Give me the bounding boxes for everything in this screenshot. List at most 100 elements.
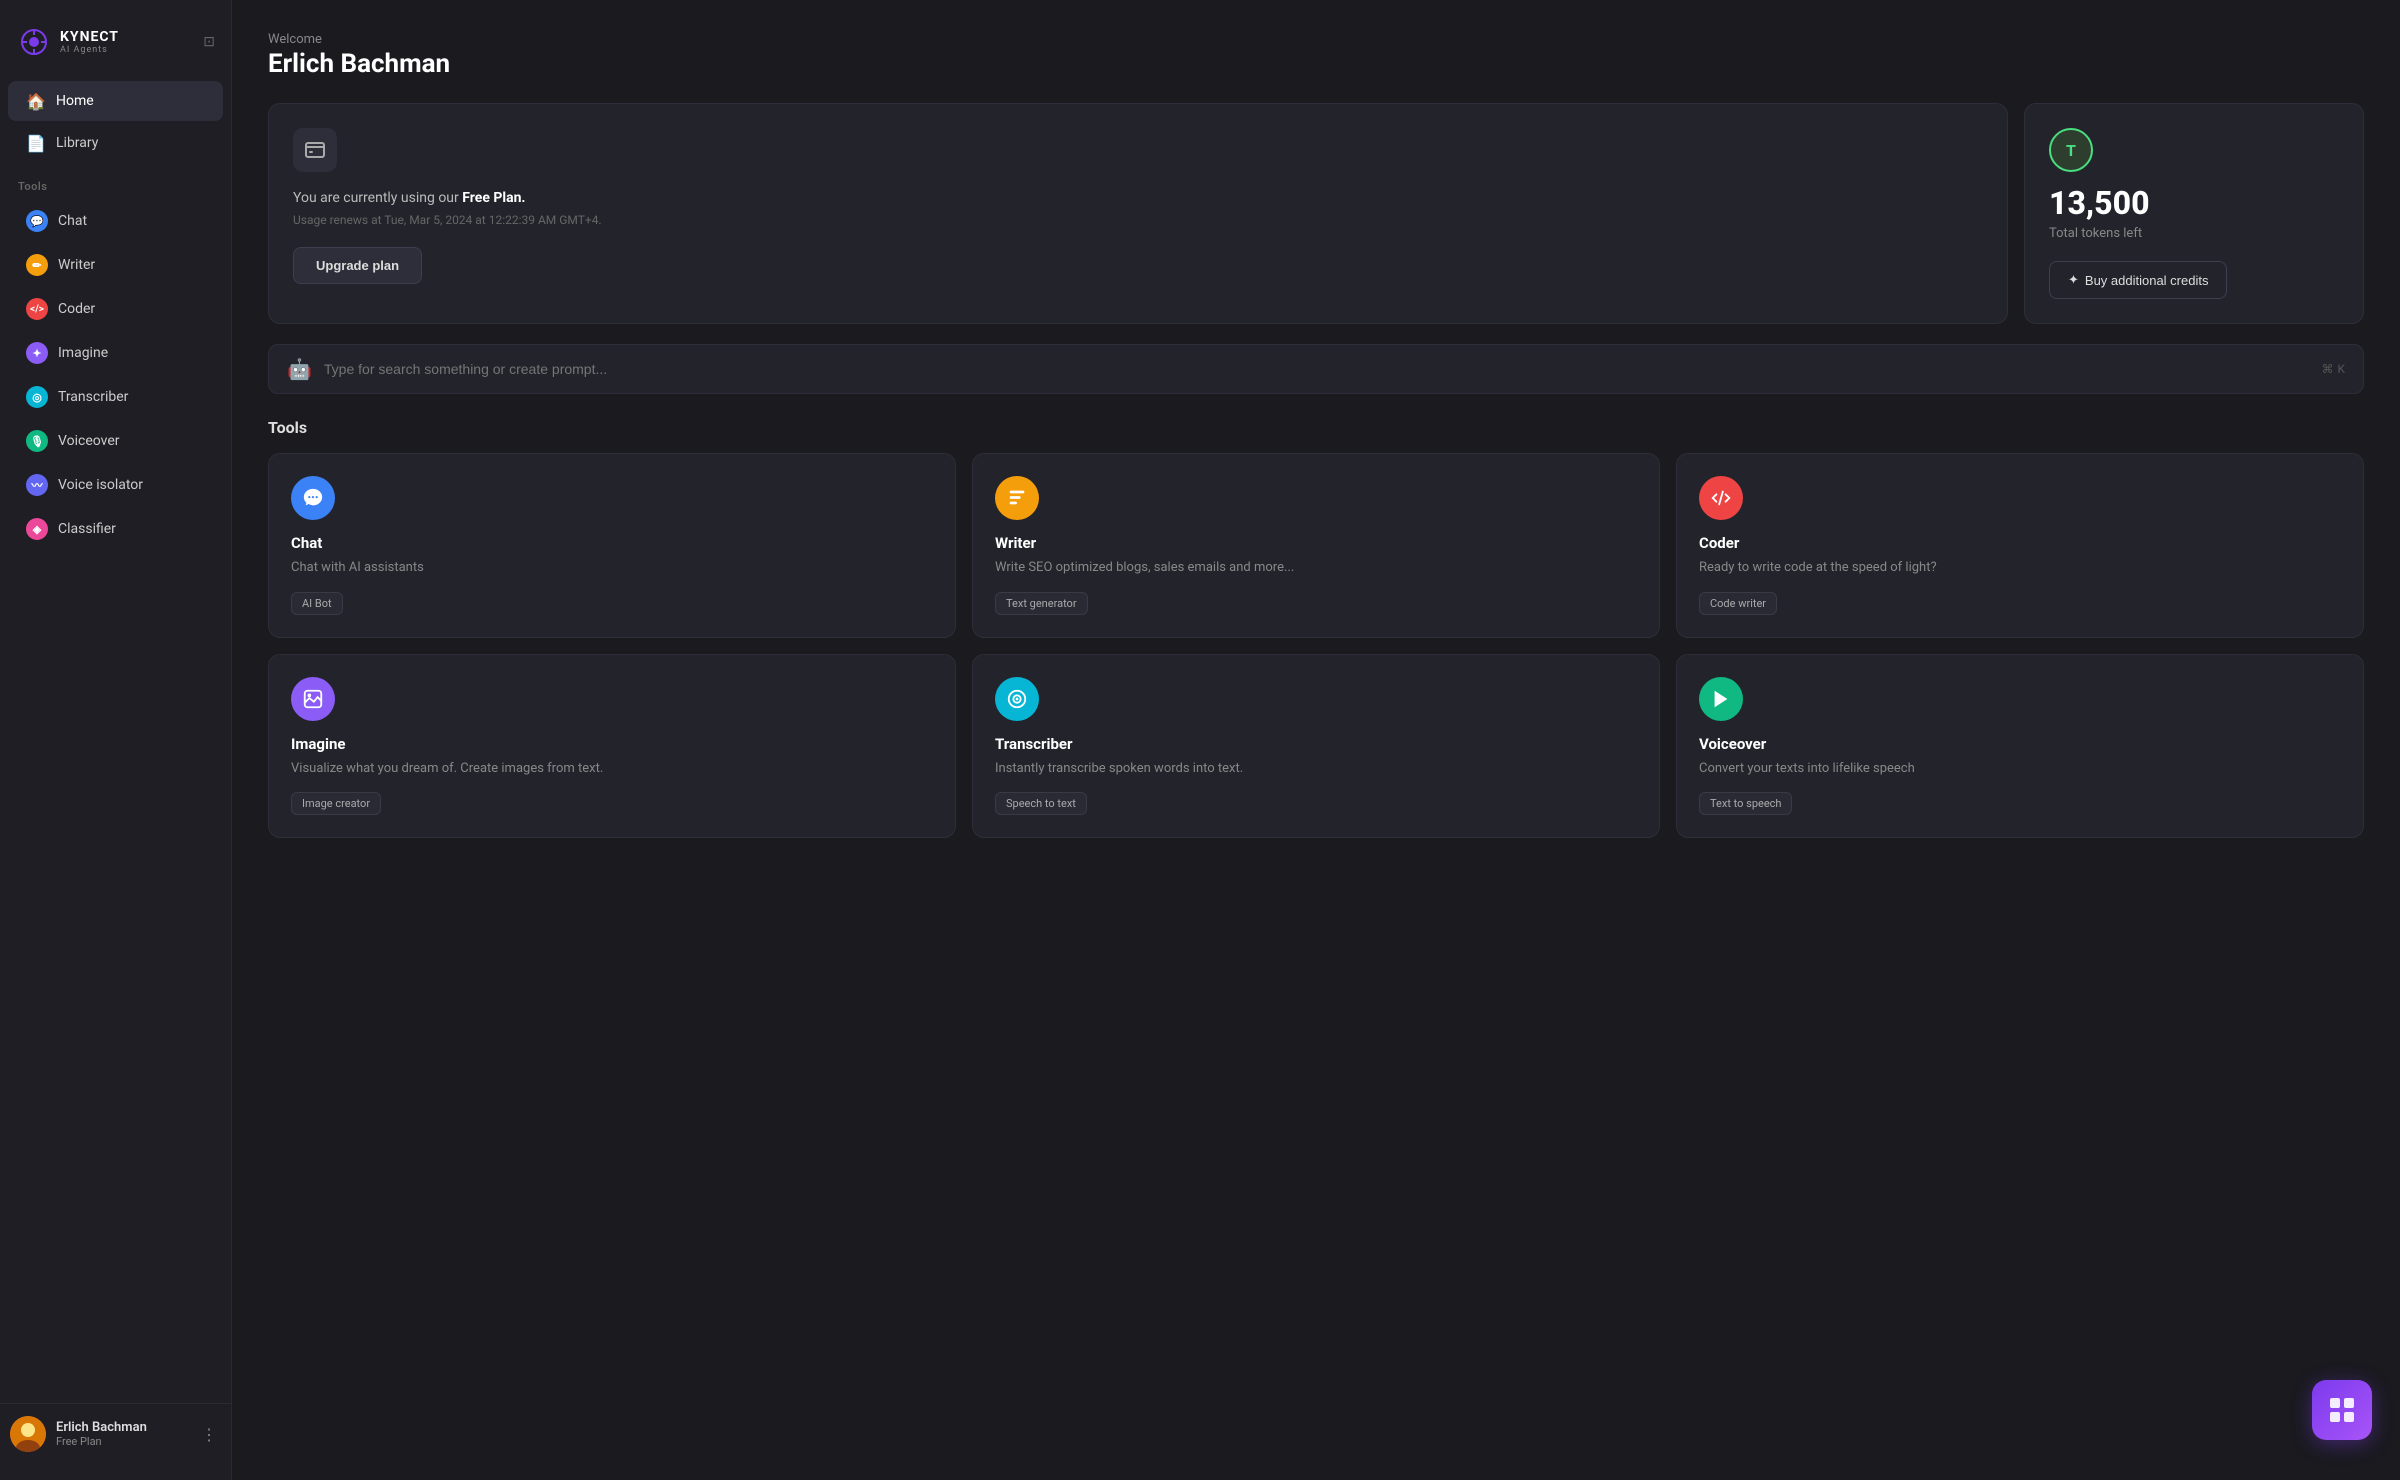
welcome-name: Erlich Bachman: [268, 49, 2364, 79]
shortcut-meta: ⌘: [2321, 362, 2333, 376]
voice-isolator-dot-icon: 〰: [26, 474, 48, 496]
search-bar[interactable]: 🤖 ⌘ K: [268, 344, 2364, 394]
tool-card-coder[interactable]: Coder Ready to write code at the speed o…: [1676, 453, 2364, 638]
logo-brand-text: KYNECT: [60, 29, 119, 45]
sidebar: KYNECT AI Agents ⊡ 🏠 Home 📄 Library Tool…: [0, 0, 232, 1480]
transcriber-card-icon: [995, 677, 1039, 721]
sidebar-item-voiceover[interactable]: 🎙 Voiceover: [8, 420, 223, 462]
search-shortcut: ⌘ K: [2321, 362, 2345, 376]
token-icon: T: [2049, 128, 2093, 172]
coder-card-desc: Ready to write code at the speed of ligh…: [1699, 558, 2341, 578]
plan-icon-svg: [303, 138, 327, 162]
buy-credits-button[interactable]: ✦ Buy additional credits: [2049, 261, 2227, 299]
user-menu-button[interactable]: ⋮: [197, 1421, 221, 1448]
user-plan: Free Plan: [56, 1435, 187, 1448]
search-input[interactable]: [324, 361, 2310, 377]
sidebar-item-imagine[interactable]: ✦ Imagine: [8, 332, 223, 374]
chat-card-name: Chat: [291, 534, 933, 552]
sidebar-item-voice-isolator-label: Voice isolator: [58, 477, 143, 493]
voiceover-card-name: Voiceover: [1699, 735, 2341, 753]
tools-grid: Chat Chat with AI assistants AI Bot Writ…: [268, 453, 2364, 838]
avatar-image: [10, 1416, 46, 1452]
main-content: Welcome Erlich Bachman You are currently…: [232, 0, 2400, 1480]
sidebar-item-chat[interactable]: 💬 Chat: [8, 200, 223, 242]
shortcut-key: K: [2337, 362, 2345, 376]
imagine-card-name: Imagine: [291, 735, 933, 753]
plan-card: You are currently using our Free Plan. U…: [268, 103, 2008, 324]
tool-card-voiceover[interactable]: Voiceover Convert your texts into lifeli…: [1676, 654, 2364, 839]
welcome-label: Welcome: [268, 32, 2364, 47]
voiceover-dot-icon: 🎙: [26, 430, 48, 452]
imagine-card-icon: [291, 677, 335, 721]
sidebar-item-coder[interactable]: </> Coder: [8, 288, 223, 330]
tool-card-transcriber[interactable]: Transcriber Instantly transcribe spoken …: [972, 654, 1660, 839]
sidebar-item-imagine-label: Imagine: [58, 345, 108, 361]
token-count: 13,500: [2049, 184, 2339, 222]
imagine-card-desc: Visualize what you dream of. Create imag…: [291, 759, 933, 779]
tool-card-imagine[interactable]: Imagine Visualize what you dream of. Cre…: [268, 654, 956, 839]
sidebar-toggle-icon[interactable]: ⊡: [203, 34, 215, 50]
sidebar-item-classifier[interactable]: ◈ Classifier: [8, 508, 223, 550]
coder-card-badge: Code writer: [1699, 592, 1777, 615]
chat-card-badge: AI Bot: [291, 592, 343, 615]
credits-label: Buy additional credits: [2085, 273, 2209, 288]
transcriber-card-name: Transcriber: [995, 735, 1637, 753]
chat-card-desc: Chat with AI assistants: [291, 558, 933, 578]
sidebar-item-transcriber-label: Transcriber: [58, 389, 128, 405]
plan-title-text: You are currently using our Free Plan.: [293, 188, 1983, 209]
logo-area: KYNECT AI Agents ⊡: [0, 16, 231, 80]
library-icon: 📄: [26, 133, 46, 153]
floating-widget-icon: [2328, 1396, 2356, 1424]
sidebar-item-home[interactable]: 🏠 Home: [8, 81, 223, 121]
sidebar-item-coder-label: Coder: [58, 301, 95, 317]
tool-card-chat[interactable]: Chat Chat with AI assistants AI Bot: [268, 453, 956, 638]
logo-sub-text: AI Agents: [60, 45, 119, 55]
user-name: Erlich Bachman: [56, 1420, 187, 1435]
voiceover-card-badge: Text to speech: [1699, 792, 1792, 815]
plan-renew-text: Usage renews at Tue, Mar 5, 2024 at 12:2…: [293, 213, 1983, 227]
imagine-dot-icon: ✦: [26, 342, 48, 364]
search-bot-icon: 🤖: [287, 357, 312, 381]
transcriber-card-badge: Speech to text: [995, 792, 1087, 815]
home-icon: 🏠: [26, 91, 46, 111]
transcriber-dot-icon: ◎: [26, 386, 48, 408]
sidebar-item-classifier-label: Classifier: [58, 521, 116, 537]
chat-card-icon: [291, 476, 335, 520]
tools-section-title: Tools: [268, 418, 2364, 437]
sidebar-item-voiceover-label: Voiceover: [58, 433, 119, 449]
floating-widget-button[interactable]: [2312, 1380, 2372, 1440]
sidebar-item-voice-isolator[interactable]: 〰 Voice isolator: [8, 464, 223, 506]
coder-dot-icon: </>: [26, 298, 48, 320]
sidebar-item-writer-label: Writer: [58, 257, 95, 273]
imagine-card-badge: Image creator: [291, 792, 381, 815]
sidebar-item-home-label: Home: [56, 93, 94, 109]
writer-card-icon: [995, 476, 1039, 520]
plan-cards-row: You are currently using our Free Plan. U…: [268, 103, 2364, 324]
sidebar-item-library[interactable]: 📄 Library: [8, 123, 223, 163]
avatar: [10, 1416, 46, 1452]
classifier-dot-icon: ◈: [26, 518, 48, 540]
sidebar-item-chat-label: Chat: [58, 213, 87, 229]
chat-dot-icon: 💬: [26, 210, 48, 232]
plan-card-icon: [293, 128, 337, 172]
token-card: T 13,500 Total tokens left ✦ Buy additio…: [2024, 103, 2364, 324]
writer-dot-icon: ✏: [26, 254, 48, 276]
writer-card-name: Writer: [995, 534, 1637, 552]
writer-card-desc: Write SEO optimized blogs, sales emails …: [995, 558, 1637, 578]
tools-section-label: Tools: [0, 164, 231, 199]
voiceover-card-desc: Convert your texts into lifelike speech: [1699, 759, 2341, 779]
voiceover-card-icon: [1699, 677, 1743, 721]
sidebar-item-writer[interactable]: ✏ Writer: [8, 244, 223, 286]
sidebar-footer: Erlich Bachman Free Plan ⋮: [0, 1403, 231, 1464]
credits-icon: ✦: [2068, 272, 2079, 288]
upgrade-plan-button[interactable]: Upgrade plan: [293, 247, 422, 284]
tool-card-writer[interactable]: Writer Write SEO optimized blogs, sales …: [972, 453, 1660, 638]
writer-card-badge: Text generator: [995, 592, 1088, 615]
coder-card-icon: [1699, 476, 1743, 520]
kynect-logo-icon: [16, 24, 52, 60]
token-label: Total tokens left: [2049, 226, 2339, 241]
sidebar-item-library-label: Library: [56, 135, 98, 151]
sidebar-item-transcriber[interactable]: ◎ Transcriber: [8, 376, 223, 418]
coder-card-name: Coder: [1699, 534, 2341, 552]
transcriber-card-desc: Instantly transcribe spoken words into t…: [995, 759, 1637, 779]
